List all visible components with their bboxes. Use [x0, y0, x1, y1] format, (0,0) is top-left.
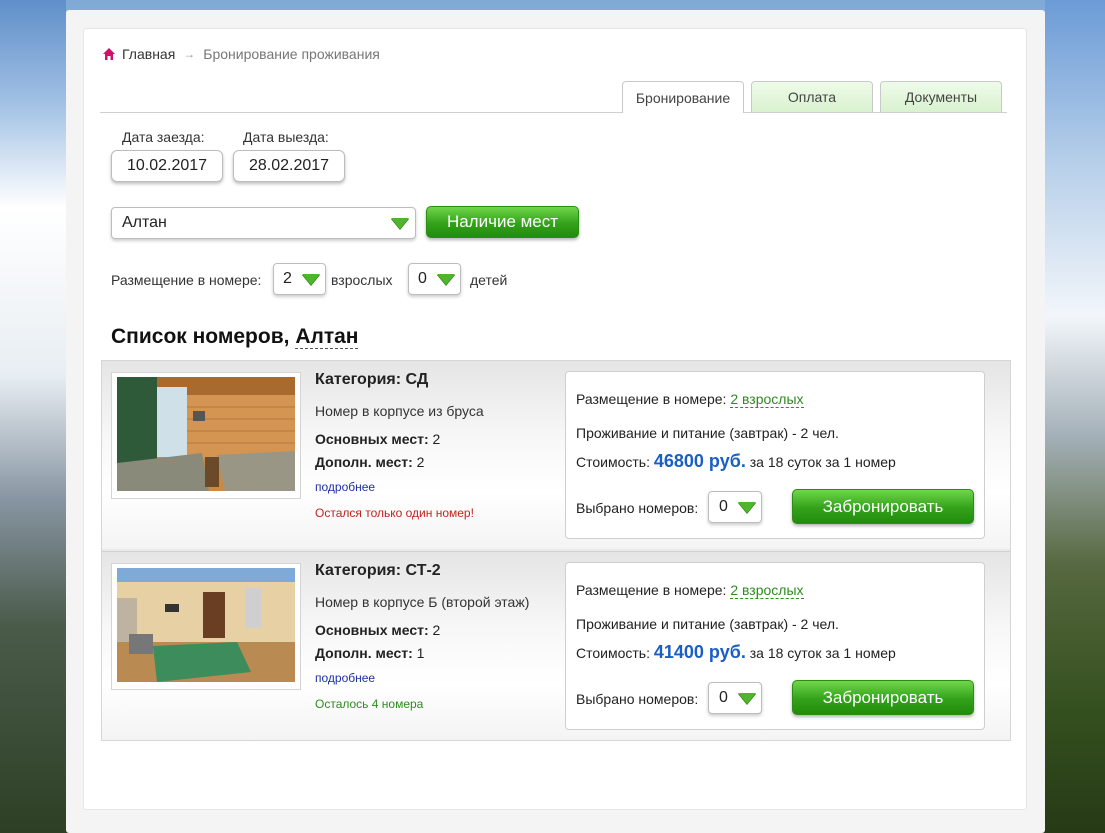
- placement-value-link[interactable]: 2 взрослых: [730, 391, 804, 408]
- rooms-count-select[interactable]: 0: [708, 682, 762, 714]
- placement-label: Размещение в номере:: [576, 582, 727, 598]
- book-button[interactable]: Забронировать: [792, 489, 974, 524]
- hotel-select-value: Алтан: [122, 214, 167, 231]
- room-photo-frame[interactable]: [111, 563, 301, 690]
- checkout-label: Дата выезда:: [243, 129, 329, 145]
- meals-row: Проживание и питание (завтрак) - 2 чел.: [576, 425, 839, 441]
- room-main-places-label: Основных мест:: [315, 431, 429, 447]
- rooms-count-value: 0: [719, 498, 728, 515]
- rooms-list-title: Список номеров, Алтан: [111, 325, 359, 349]
- dropdown-arrow-icon: [738, 501, 756, 513]
- room-photo: [117, 377, 295, 491]
- room-availability-note: Осталось 4 номера: [315, 697, 424, 711]
- room-card: Категория: СД Номер в корпусе из бруса О…: [102, 361, 1010, 549]
- room-booking-panel: Размещение в номере: 2 взрослых Проживан…: [565, 562, 985, 730]
- room-details-link[interactable]: подробнее: [315, 671, 375, 685]
- rooms-list-title-prefix: Список номеров,: [111, 325, 290, 348]
- room-price: 46800 руб.: [653, 451, 746, 471]
- page: Главная → Бронирование проживания Бронир…: [66, 10, 1045, 833]
- room-extra-places-value: 1: [416, 645, 425, 661]
- dropdown-arrow-icon: [302, 273, 320, 285]
- checkout-date-field[interactable]: 28.02.2017: [233, 150, 345, 182]
- room-details-link[interactable]: подробнее: [315, 480, 375, 494]
- room-extra-places: Дополн. мест: 2: [315, 454, 424, 470]
- placement-row: Размещение в номере: 2 взрослых: [576, 582, 804, 599]
- tab-booking[interactable]: Бронирование: [622, 81, 744, 113]
- room-description: Номер в корпусе Б (второй этаж): [315, 594, 530, 610]
- room-category-value: СТ-2: [405, 562, 441, 579]
- room-extra-places-value: 2: [416, 454, 425, 470]
- room-main-places-value: 2: [432, 622, 441, 638]
- room-main-places-value: 2: [432, 431, 441, 447]
- breadcrumb-separator: →: [183, 47, 196, 61]
- selected-rooms-label: Выбрано номеров:: [576, 500, 699, 516]
- selected-rooms-label: Выбрано номеров:: [576, 691, 699, 707]
- checkin-label: Дата заезда:: [122, 129, 205, 145]
- room-availability-note: Остался только один номер!: [315, 506, 474, 520]
- room-extra-places: Дополн. мест: 1: [315, 645, 424, 661]
- book-button[interactable]: Забронировать: [792, 680, 974, 715]
- room-photo: [117, 568, 295, 682]
- tabs-baseline: [100, 112, 1007, 113]
- home-icon: [103, 48, 115, 60]
- children-select[interactable]: 0: [408, 263, 461, 295]
- room-price: 41400 руб.: [653, 642, 746, 662]
- cost-row: Стоимость: 46800 руб. за 18 суток за 1 н…: [576, 451, 896, 472]
- price-note: за 18 суток за 1 номер: [749, 454, 896, 470]
- room-card: Категория: СТ-2 Номер в корпусе Б (второ…: [102, 551, 1010, 740]
- placement-label: Размещение в номере:: [576, 391, 727, 407]
- room-main-places: Основных мест: 2: [315, 622, 440, 638]
- tab-documents[interactable]: Документы: [880, 81, 1002, 112]
- room-category-label: Категория:: [315, 562, 402, 579]
- tab-payment[interactable]: Оплата: [751, 81, 873, 112]
- background-mountains-left: [0, 0, 66, 833]
- price-note: за 18 суток за 1 номер: [749, 645, 896, 661]
- children-select-value: 0: [418, 270, 427, 287]
- booking-card: Главная → Бронирование проживания Бронир…: [83, 28, 1027, 810]
- cost-row: Стоимость: 41400 руб. за 18 суток за 1 н…: [576, 642, 896, 663]
- room-extra-places-label: Дополн. мест:: [315, 645, 413, 661]
- meals-row: Проживание и питание (завтрак) - 2 чел.: [576, 616, 839, 632]
- rooms-count-value: 0: [719, 689, 728, 706]
- dropdown-arrow-icon: [738, 692, 756, 704]
- room-photo-frame[interactable]: [111, 372, 301, 499]
- rooms-count-select[interactable]: 0: [708, 491, 762, 523]
- checkin-date-field[interactable]: 10.02.2017: [111, 150, 223, 182]
- placement-value-link[interactable]: 2 взрослых: [730, 582, 804, 599]
- room-main-places: Основных мест: 2: [315, 431, 440, 447]
- adults-select[interactable]: 2: [273, 263, 326, 295]
- cost-label: Стоимость:: [576, 454, 650, 470]
- guests-label: Размещение в номере:: [111, 272, 262, 288]
- room-category: Категория: СТ-2: [315, 562, 441, 580]
- adults-select-value: 2: [283, 270, 292, 287]
- room-main-places-label: Основных мест:: [315, 622, 429, 638]
- rooms-list: Категория: СД Номер в корпусе из бруса О…: [101, 360, 1011, 741]
- background-mountains-right: [1045, 0, 1105, 833]
- room-booking-panel: Размещение в номере: 2 взрослых Проживан…: [565, 371, 985, 539]
- room-category: Категория: СД: [315, 371, 428, 389]
- dropdown-arrow-icon: [391, 217, 409, 229]
- breadcrumb-current: Бронирование проживания: [203, 46, 380, 62]
- room-category-label: Категория:: [315, 371, 402, 388]
- hotel-select[interactable]: Алтан: [111, 207, 416, 239]
- cost-label: Стоимость:: [576, 645, 650, 661]
- children-label: детей: [470, 272, 508, 288]
- breadcrumb-home-link[interactable]: Главная: [122, 46, 175, 62]
- placement-row: Размещение в номере: 2 взрослых: [576, 391, 804, 408]
- room-category-value: СД: [405, 371, 429, 388]
- room-description: Номер в корпусе из бруса: [315, 403, 484, 419]
- dropdown-arrow-icon: [437, 273, 455, 285]
- availability-button[interactable]: Наличие мест: [426, 206, 579, 238]
- breadcrumb: Главная → Бронирование проживания: [102, 46, 380, 62]
- adults-label: взрослых: [331, 272, 393, 288]
- room-extra-places-label: Дополн. мест:: [315, 454, 413, 470]
- rooms-list-hotel-link[interactable]: Алтан: [295, 325, 359, 349]
